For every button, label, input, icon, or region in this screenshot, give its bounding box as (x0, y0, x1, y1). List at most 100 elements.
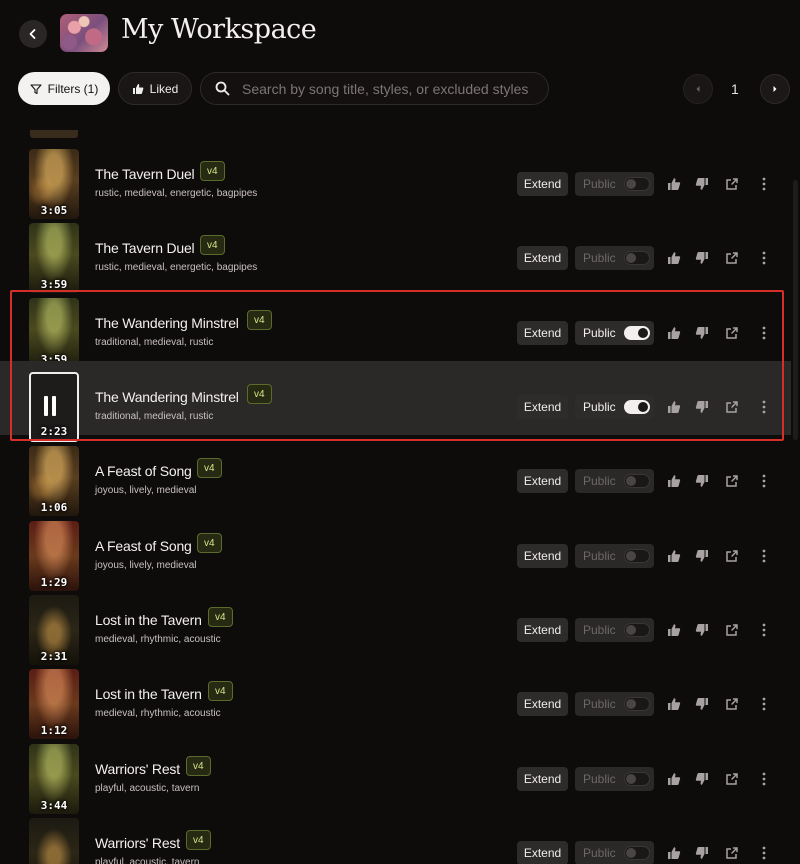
scrollbar-thumb[interactable] (793, 180, 798, 440)
song-thumbnail[interactable]: 2:23 (29, 372, 79, 442)
public-toggle[interactable] (623, 549, 650, 563)
song-thumbnail[interactable]: 3:59 (29, 298, 79, 368)
like-button[interactable] (665, 547, 683, 565)
more-options-button[interactable] (755, 249, 773, 267)
more-options-button[interactable] (755, 844, 773, 862)
next-page-button[interactable] (760, 74, 790, 104)
song-thumbnail[interactable]: 3:44 (29, 744, 79, 814)
dislike-button[interactable] (693, 175, 711, 193)
public-toggle[interactable] (623, 772, 650, 786)
public-control[interactable]: Public (575, 618, 654, 642)
dislike-button[interactable] (693, 472, 711, 490)
song-row[interactable]: 3:59 The Tavern Duel v4 rustic, medieval… (0, 212, 800, 293)
share-button[interactable] (723, 770, 741, 788)
share-button[interactable] (723, 472, 741, 490)
like-button[interactable] (665, 844, 683, 862)
song-row[interactable]: 1:12 Lost in the Tavern v4 medieval, rhy… (0, 658, 800, 739)
prev-page-button[interactable] (683, 74, 713, 104)
dislike-button[interactable] (693, 249, 711, 267)
extend-button[interactable]: Extend (517, 246, 568, 270)
song-thumbnail[interactable]: 2:31 (29, 595, 79, 665)
extend-button[interactable]: Extend (517, 321, 568, 345)
public-toggle[interactable] (623, 400, 650, 414)
like-button[interactable] (665, 175, 683, 193)
song-title[interactable]: A Feast of Song (95, 538, 192, 554)
song-thumbnail[interactable]: 1:29 (29, 521, 79, 591)
song-title[interactable]: The Tavern Duel (95, 240, 195, 256)
extend-button[interactable]: Extend (517, 692, 568, 716)
song-thumbnail[interactable] (29, 818, 79, 864)
song-thumbnail[interactable]: 3:05 (29, 149, 79, 219)
like-button[interactable] (665, 398, 683, 416)
more-options-button[interactable] (755, 695, 773, 713)
extend-button[interactable]: Extend (517, 172, 568, 196)
filters-button[interactable]: Filters (1) (18, 72, 110, 105)
public-control[interactable]: Public (575, 841, 654, 864)
public-toggle[interactable] (623, 623, 650, 637)
extend-button[interactable]: Extend (517, 469, 568, 493)
public-toggle[interactable] (623, 177, 650, 191)
public-control[interactable]: Public (575, 767, 654, 791)
song-row[interactable]: 2:31 Lost in the Tavern v4 medieval, rhy… (0, 584, 800, 665)
share-button[interactable] (723, 175, 741, 193)
public-toggle[interactable] (623, 697, 650, 711)
song-row[interactable]: 3:44 Warriors' Rest v4 playful, acoustic… (0, 733, 800, 814)
song-thumbnail[interactable]: 3:59 (29, 223, 79, 293)
public-control[interactable]: Public (575, 544, 654, 568)
song-row[interactable]: 2:23 The Wandering Minstrel v4 tradition… (0, 361, 800, 442)
share-button[interactable] (723, 695, 741, 713)
dislike-button[interactable] (693, 695, 711, 713)
like-button[interactable] (665, 695, 683, 713)
public-control[interactable]: Public (575, 692, 654, 716)
share-button[interactable] (723, 398, 741, 416)
public-toggle[interactable] (623, 846, 650, 860)
song-title[interactable]: Warriors' Rest (95, 761, 180, 777)
extend-button[interactable]: Extend (517, 841, 568, 864)
song-title[interactable]: Lost in the Tavern (95, 612, 202, 628)
song-row[interactable]: 3:59 The Wandering Minstrel v4 tradition… (0, 287, 800, 368)
dislike-button[interactable] (693, 621, 711, 639)
song-title[interactable]: The Wandering Minstrel (95, 389, 239, 405)
song-title[interactable]: The Wandering Minstrel (95, 315, 239, 331)
dislike-button[interactable] (693, 324, 711, 342)
public-control[interactable]: Public (575, 172, 654, 196)
public-toggle[interactable] (623, 326, 650, 340)
more-options-button[interactable] (755, 547, 773, 565)
more-options-button[interactable] (755, 621, 773, 639)
share-button[interactable] (723, 621, 741, 639)
song-row[interactable]: 1:29 A Feast of Song v4 joyous, lively, … (0, 510, 800, 591)
song-title[interactable]: Lost in the Tavern (95, 686, 202, 702)
song-title[interactable]: Warriors' Rest (95, 835, 180, 851)
song-thumbnail[interactable]: 1:12 (29, 669, 79, 739)
more-options-button[interactable] (755, 398, 773, 416)
song-row[interactable]: 1:06 A Feast of Song v4 joyous, lively, … (0, 435, 800, 516)
public-control[interactable]: Public (575, 469, 654, 493)
share-button[interactable] (723, 324, 741, 342)
song-title[interactable]: The Tavern Duel (95, 166, 195, 182)
more-options-button[interactable] (755, 175, 773, 193)
public-control[interactable]: Public (575, 246, 654, 270)
like-button[interactable] (665, 770, 683, 788)
like-button[interactable] (665, 324, 683, 342)
dislike-button[interactable] (693, 770, 711, 788)
extend-button[interactable]: Extend (517, 395, 568, 419)
extend-button[interactable]: Extend (517, 618, 568, 642)
share-button[interactable] (723, 844, 741, 862)
back-button[interactable] (19, 20, 47, 48)
liked-button[interactable]: Liked (118, 72, 192, 105)
share-button[interactable] (723, 249, 741, 267)
public-toggle[interactable] (623, 474, 650, 488)
song-thumbnail[interactable]: 1:06 (29, 446, 79, 516)
dislike-button[interactable] (693, 547, 711, 565)
dislike-button[interactable] (693, 844, 711, 862)
more-options-button[interactable] (755, 472, 773, 490)
more-options-button[interactable] (755, 324, 773, 342)
like-button[interactable] (665, 472, 683, 490)
song-row[interactable]: Warriors' Rest v4 playful, acoustic, tav… (0, 807, 800, 864)
public-control[interactable]: Public (575, 321, 654, 345)
song-row[interactable]: 3:05 The Tavern Duel v4 rustic, medieval… (0, 138, 800, 219)
song-title[interactable]: A Feast of Song (95, 463, 192, 479)
public-control[interactable]: Public (575, 395, 654, 419)
extend-button[interactable]: Extend (517, 544, 568, 568)
search-input[interactable] (240, 79, 544, 98)
